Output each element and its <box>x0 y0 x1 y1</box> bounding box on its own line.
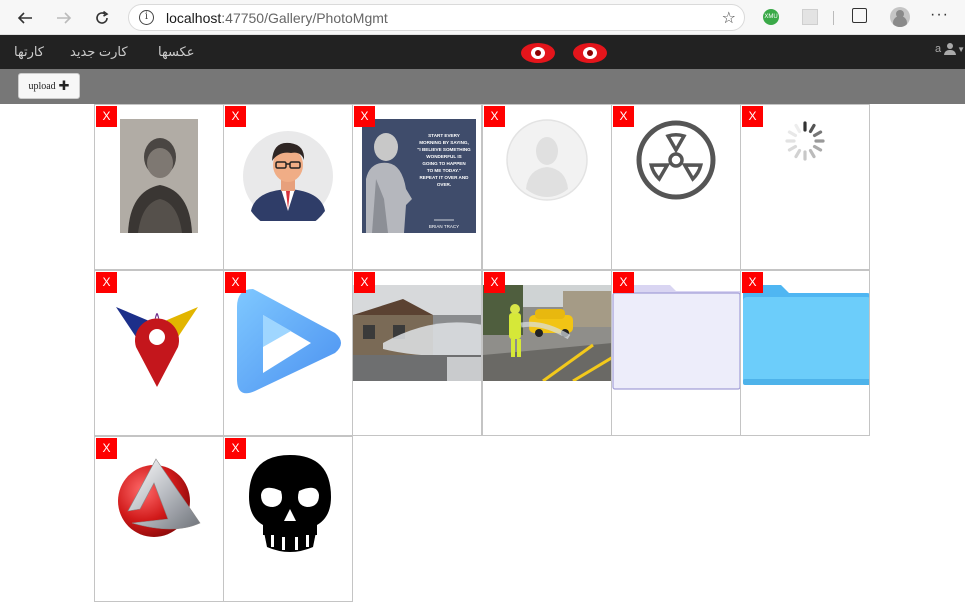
folder-blue-icon[interactable] <box>741 285 870 387</box>
more-icon[interactable]: ··· <box>930 6 949 24</box>
nav-link-cards[interactable]: کارتها <box>14 44 44 60</box>
gallery-item[interactable]: X <box>740 104 870 270</box>
poster-line: OVER. <box>437 182 451 187</box>
delete-button[interactable]: X <box>742 106 763 127</box>
poster-author: BRIAN TRACY <box>429 224 459 229</box>
user-name: a <box>934 43 942 55</box>
delete-button[interactable]: X <box>484 272 505 293</box>
delete-button[interactable]: X <box>225 272 246 293</box>
gallery-item[interactable]: X <box>482 270 612 436</box>
poster-line: TO ME TODAY." <box>427 168 461 173</box>
street-photo-thumbnail[interactable] <box>353 285 482 381</box>
extension-icon[interactable]: XMU <box>763 9 779 25</box>
app-navbar: کارتها کارت جدید عکسها <box>0 35 965 69</box>
delete-button[interactable]: X <box>96 106 117 127</box>
logo-eye-right-icon[interactable] <box>573 43 607 63</box>
delete-button[interactable]: X <box>613 106 634 127</box>
delete-button[interactable]: X <box>96 272 117 293</box>
favorites-star-icon[interactable]: ☆ <box>722 8 736 28</box>
radiation-icon[interactable] <box>635 119 717 201</box>
poster-line: REPEAT IT OVER AND <box>419 175 469 180</box>
delete-button[interactable]: X <box>484 106 505 127</box>
forward-arrow-icon[interactable] <box>52 6 76 30</box>
loading-spinner-icon <box>785 121 825 161</box>
user-menu[interactable]: a ▼ <box>935 43 965 55</box>
back-arrow-icon[interactable] <box>13 6 37 30</box>
gallery-item[interactable]: X <box>223 436 353 602</box>
gallery-item[interactable]: X <box>94 104 224 270</box>
plus-icon: ✚ <box>58 78 70 94</box>
man-avatar-thumbnail[interactable] <box>243 131 333 221</box>
photo-gallery: X X X START EVERY MORNING BY SAYING, "I … <box>94 104 872 602</box>
skull-icon[interactable] <box>245 453 335 563</box>
user-icon <box>944 43 957 55</box>
gallery-toolbar: upload ✚ <box>0 69 965 104</box>
toolbar-divider <box>833 11 834 25</box>
location-pin-logo-thumbnail[interactable] <box>114 301 200 389</box>
gallery-item[interactable]: X <box>223 270 353 436</box>
delete-button[interactable]: X <box>742 272 763 293</box>
gallery-item[interactable]: X <box>94 270 224 436</box>
caret-down-icon: ▼ <box>957 44 965 54</box>
nav-link-photos[interactable]: عکسها <box>158 44 195 60</box>
default-user-avatar-thumbnail[interactable] <box>506 119 588 201</box>
poster-line: "I BELIEVE SOMETHING <box>417 147 471 152</box>
poster-line: GOING TO HAPPEN <box>422 161 466 166</box>
gallery-item[interactable]: X <box>740 270 870 436</box>
refresh-icon[interactable] <box>90 6 114 30</box>
play-logo-thumbnail[interactable] <box>233 285 345 401</box>
poster-line: MORNING BY SAYING, <box>419 140 469 145</box>
info-icon[interactable]: i <box>139 10 154 25</box>
worker-photo-thumbnail[interactable] <box>483 285 612 381</box>
poster-line: WONDERFUL IS <box>426 154 461 159</box>
red-sphere-logo-thumbnail[interactable] <box>114 453 204 541</box>
gallery-item[interactable]: X <box>352 270 482 436</box>
url-text[interactable]: localhost:47750/Gallery/PhotoMgmt <box>166 10 388 26</box>
gallery-item[interactable]: X <box>94 436 224 602</box>
gallery-item[interactable]: X <box>223 104 353 270</box>
folder-purple-icon[interactable] <box>612 285 741 391</box>
browser-toolbar: i localhost:47750/Gallery/PhotoMgmt ☆ XM… <box>0 0 965 35</box>
upload-button[interactable]: upload ✚ <box>18 73 80 99</box>
logo-eye-left-icon[interactable] <box>521 43 555 63</box>
quote-poster-thumbnail[interactable]: START EVERY MORNING BY SAYING, "I BELIEV… <box>362 119 476 233</box>
gallery-item[interactable]: X START EVERY MORNING BY SAYING, "I BELI… <box>352 104 482 270</box>
address-bar[interactable]: i localhost:47750/Gallery/PhotoMgmt ☆ <box>128 4 745 31</box>
collections-icon[interactable] <box>852 8 867 23</box>
child-photo-thumbnail[interactable] <box>120 119 198 233</box>
gallery-item[interactable]: X <box>482 104 612 270</box>
extension-placeholder-icon[interactable] <box>802 9 818 25</box>
poster-line: START EVERY <box>428 133 460 138</box>
nav-link-new-card[interactable]: کارت جدید <box>70 44 128 60</box>
delete-button[interactable]: X <box>225 438 246 459</box>
gallery-item[interactable]: X <box>611 104 741 270</box>
profile-icon[interactable] <box>890 7 910 27</box>
delete-button[interactable]: X <box>613 272 634 293</box>
delete-button[interactable]: X <box>354 106 375 127</box>
delete-button[interactable]: X <box>225 106 246 127</box>
delete-button[interactable]: X <box>354 272 375 293</box>
gallery-item[interactable]: X <box>611 270 741 436</box>
delete-button[interactable]: X <box>96 438 117 459</box>
